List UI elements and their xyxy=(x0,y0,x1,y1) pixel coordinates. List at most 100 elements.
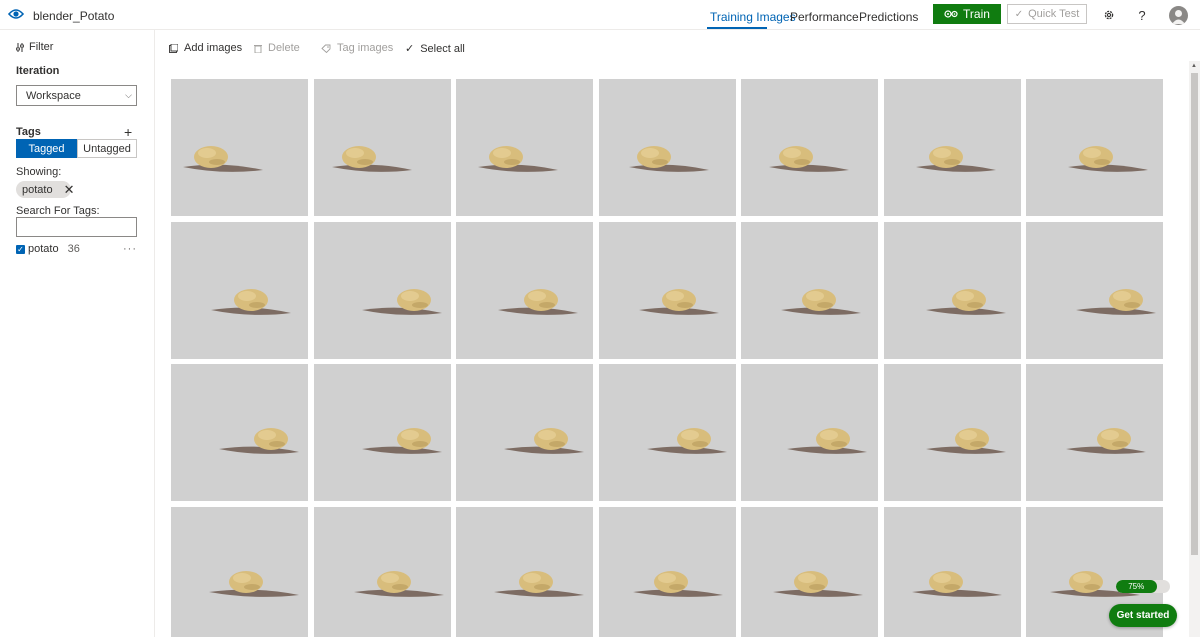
training-image-thumbnail[interactable] xyxy=(1026,221,1163,359)
training-image-thumbnail[interactable] xyxy=(741,79,878,216)
training-image-thumbnail[interactable] xyxy=(741,506,878,637)
tag-count: 36 xyxy=(67,243,80,255)
training-image-thumbnail[interactable] xyxy=(883,364,1021,501)
potato-image xyxy=(171,79,308,216)
training-image-thumbnail[interactable] xyxy=(456,221,593,359)
vertical-scrollbar[interactable]: ▲ xyxy=(1189,61,1200,637)
potato-image xyxy=(171,506,308,637)
training-image-thumbnail[interactable] xyxy=(171,364,308,501)
training-image-thumbnail[interactable] xyxy=(171,221,308,359)
training-image-thumbnail[interactable] xyxy=(883,79,1021,216)
potato-image xyxy=(883,506,1021,637)
potato-image xyxy=(598,364,736,501)
potato-image xyxy=(741,79,878,216)
sidebar: Filter Iteration Workspace ⌵ Tags + Tagg… xyxy=(0,30,155,637)
scrollbar-thumb[interactable] xyxy=(1191,73,1198,555)
tagged-toggle[interactable]: Tagged xyxy=(16,139,77,158)
close-icon[interactable]: ✕ xyxy=(64,183,75,196)
training-image-thumbnail[interactable] xyxy=(598,79,736,216)
training-image-thumbnail[interactable] xyxy=(883,506,1021,637)
help-question-icon[interactable]: ? xyxy=(1133,6,1151,24)
training-image-thumbnail[interactable] xyxy=(598,364,736,501)
add-images-label: Add images xyxy=(184,42,243,54)
potato-image xyxy=(883,79,1021,216)
tag-images-label: Tag images xyxy=(337,42,394,54)
delete-button[interactable]: Delete xyxy=(254,42,300,54)
gears-icon xyxy=(944,10,958,18)
filter-sliders-icon xyxy=(16,42,24,52)
untagged-toggle[interactable]: Untagged xyxy=(77,139,137,158)
potato-image xyxy=(171,221,308,359)
training-image-thumbnail[interactable] xyxy=(171,506,308,637)
training-image-thumbnail[interactable] xyxy=(171,79,308,216)
training-image-thumbnail[interactable] xyxy=(313,364,451,501)
chevron-down-icon: ⌵ xyxy=(125,90,132,100)
add-tag-plus-icon[interactable]: + xyxy=(124,124,132,140)
potato-image xyxy=(313,364,451,501)
training-image-thumbnail[interactable] xyxy=(1026,364,1163,501)
settings-gear-icon[interactable] xyxy=(1100,6,1118,24)
training-image-thumbnail[interactable] xyxy=(313,79,451,216)
potato-image xyxy=(1026,79,1163,216)
quick-test-button[interactable]: ✓ Quick Test xyxy=(1007,4,1087,24)
active-tab-indicator xyxy=(707,27,767,29)
training-image-thumbnail[interactable] xyxy=(1026,79,1163,216)
training-image-thumbnail[interactable] xyxy=(741,221,878,359)
project-name[interactable]: blender_Potato xyxy=(33,9,114,23)
training-image-thumbnail[interactable] xyxy=(456,364,593,501)
training-image-thumbnail[interactable] xyxy=(456,506,593,637)
tab-performance[interactable]: Performance xyxy=(790,10,859,24)
tab-training-images[interactable]: Training Images xyxy=(710,10,796,24)
iteration-dropdown[interactable]: Workspace ⌵ xyxy=(16,85,137,106)
training-image-thumbnail[interactable] xyxy=(313,221,451,359)
training-image-thumbnail[interactable] xyxy=(313,506,451,637)
tag-icon xyxy=(321,44,331,53)
tag-list-item[interactable]: ✓ potato 36 ··· xyxy=(16,242,137,256)
tag-name: potato xyxy=(28,243,59,255)
search-tags-label: Search For Tags: xyxy=(16,205,100,217)
potato-image xyxy=(598,506,736,637)
onboarding-progress-label: 75% xyxy=(1128,582,1145,591)
checkbox-checked-icon[interactable]: ✓ xyxy=(16,244,25,254)
select-all-label: Select all xyxy=(420,42,465,55)
training-image-thumbnail[interactable] xyxy=(741,364,878,501)
training-image-thumbnail[interactable] xyxy=(598,506,736,637)
checkmark-icon: ✓ xyxy=(1014,8,1024,20)
training-image-thumbnail[interactable] xyxy=(883,221,1021,359)
potato-image xyxy=(313,506,451,637)
add-image-icon xyxy=(169,43,178,53)
train-button-label: Train xyxy=(963,7,990,21)
potato-image xyxy=(313,79,451,216)
train-button[interactable]: Train xyxy=(933,4,1001,24)
potato-image xyxy=(598,221,736,359)
filter-chip-potato: potato ✕ xyxy=(16,181,75,198)
potato-image xyxy=(1026,364,1163,501)
onboarding-progress-bar: 75% xyxy=(1116,580,1170,593)
potato-image xyxy=(456,506,593,637)
select-all-button[interactable]: ✓ Select all xyxy=(405,42,465,56)
training-image-thumbnail[interactable] xyxy=(598,221,736,359)
scroll-up-arrow-icon[interactable]: ▲ xyxy=(1191,63,1197,69)
filter-toggle[interactable]: Filter xyxy=(16,41,53,53)
tag-images-button[interactable]: Tag images xyxy=(321,42,393,54)
eye-logo-icon xyxy=(8,9,24,19)
user-avatar[interactable] xyxy=(1169,6,1188,25)
potato-image xyxy=(741,364,878,501)
iteration-selected-value: Workspace xyxy=(26,89,81,102)
potato-image xyxy=(741,506,878,637)
potato-image xyxy=(741,221,878,359)
iteration-title: Iteration xyxy=(16,65,60,77)
checkmark-icon: ✓ xyxy=(405,43,415,55)
tab-predictions[interactable]: Predictions xyxy=(859,10,918,24)
add-images-button[interactable]: Add images xyxy=(169,42,242,54)
potato-image xyxy=(883,364,1021,501)
get-started-button[interactable]: Get started xyxy=(1109,604,1177,627)
more-options-icon[interactable]: ··· xyxy=(123,243,137,255)
potato-image xyxy=(456,364,593,501)
potato-image xyxy=(598,79,736,216)
quick-test-button-label: Quick Test xyxy=(1028,8,1080,20)
potato-image xyxy=(883,221,1021,359)
search-tags-input[interactable] xyxy=(16,217,137,237)
trash-icon xyxy=(254,44,262,53)
training-image-thumbnail[interactable] xyxy=(456,79,593,216)
